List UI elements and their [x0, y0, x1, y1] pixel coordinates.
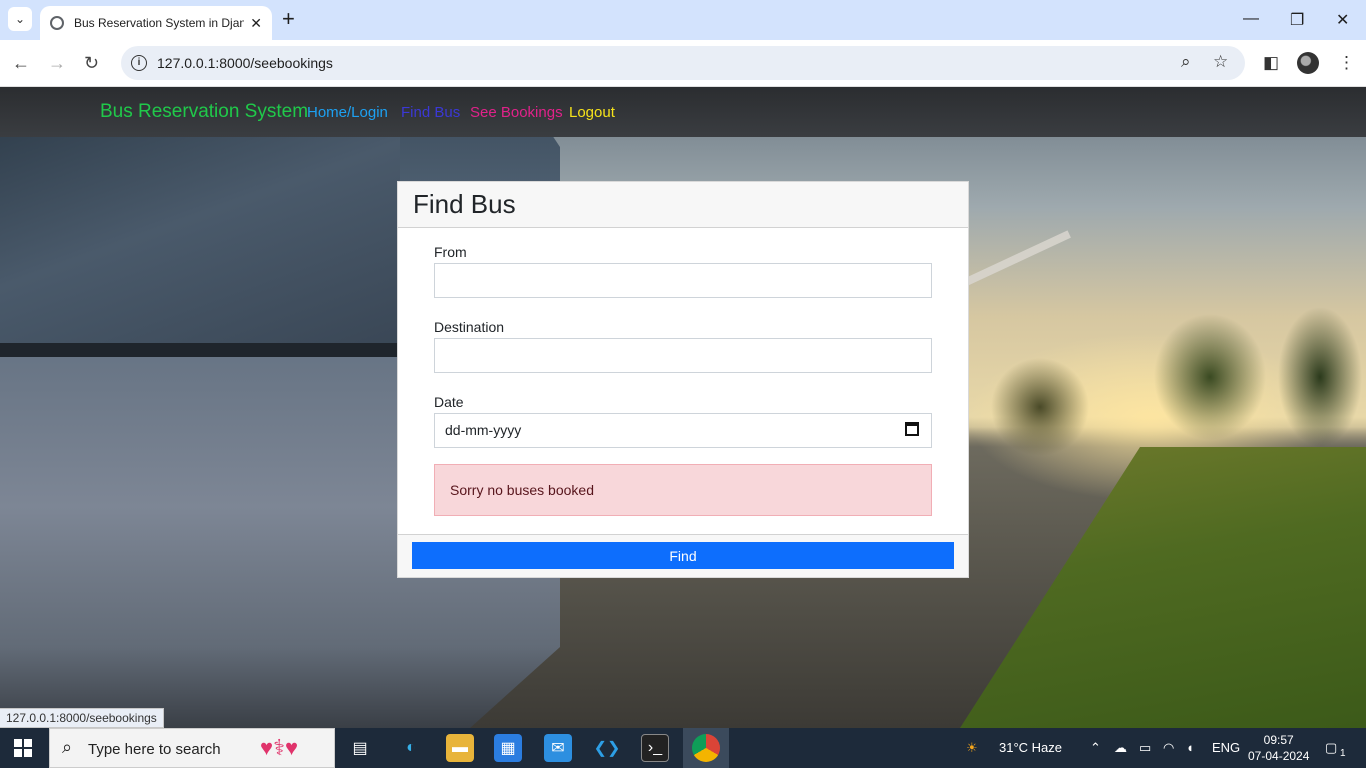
profile-avatar[interactable]	[1297, 52, 1319, 74]
site-navbar: Bus Reservation System Home/Login Find B…	[0, 87, 1366, 137]
zoom-icon[interactable]: ⌕	[1181, 52, 1191, 72]
date-label: Date	[434, 394, 464, 410]
language-indicator[interactable]: ENG	[1212, 740, 1240, 755]
restore-button[interactable]: ❐	[1290, 10, 1304, 30]
find-bus-form: From Destination Date dd-mm-yyyy Sorry n…	[434, 244, 932, 516]
url-text: 127.0.0.1:8000/seebookings	[157, 55, 333, 71]
windows-taskbar: ⌕ Type here to search ♥⚕♥ ▤ ◐ ▬ ▦ ✉ ❮❯ ›…	[0, 728, 1366, 768]
clock-time: 09:57	[1263, 733, 1294, 747]
forward-button[interactable]: →	[48, 52, 66, 74]
onedrive-icon[interactable]: ☁	[1114, 740, 1127, 756]
clock[interactable]: 09:57 07-04-2024	[1248, 732, 1309, 764]
browser-toolbar: ← → ↻ i 127.0.0.1:8000/seebookings ⌕ ☆ ◧…	[0, 40, 1366, 87]
date-input[interactable]: dd-mm-yyyy	[434, 413, 932, 448]
close-tab-icon[interactable]: ✕	[250, 15, 262, 32]
globe-icon	[50, 16, 64, 30]
browser-tabbar: ⌄ Bus Reservation System in Djan ✕ + — ❐…	[0, 0, 1366, 40]
new-tab-button[interactable]: +	[282, 8, 295, 30]
reload-button[interactable]: ↻	[84, 52, 99, 74]
nav-logout[interactable]: Logout	[569, 104, 615, 121]
browser-tab[interactable]: Bus Reservation System in Djan ✕	[40, 6, 272, 40]
from-label: From	[434, 244, 467, 260]
card-title: Find Bus	[413, 189, 516, 219]
destination-label: Destination	[434, 319, 505, 335]
chrome-icon[interactable]	[692, 734, 720, 762]
tab-search-button[interactable]: ⌄	[8, 7, 32, 31]
weather-icon[interactable]: ☀	[966, 740, 978, 756]
edge-icon[interactable]: ◐	[397, 734, 425, 762]
search-highlight-icon: ♥⚕♥	[260, 735, 299, 760]
volume-icon[interactable]: ◖	[1186, 740, 1194, 755]
vscode-icon[interactable]: ❮❯	[593, 734, 621, 762]
clock-date: 07-04-2024	[1248, 749, 1310, 763]
find-button[interactable]: Find	[412, 542, 954, 569]
notification-count: 1	[1340, 748, 1346, 759]
bookmark-star-icon[interactable]: ☆	[1213, 52, 1228, 72]
site-info-icon[interactable]: i	[131, 55, 147, 71]
notification-icon[interactable]: ▢	[1325, 740, 1337, 756]
destination-input[interactable]	[434, 338, 932, 373]
store-icon[interactable]: ▦	[494, 734, 522, 762]
terminal-icon[interactable]: ›_	[641, 734, 669, 762]
from-input[interactable]	[434, 263, 932, 298]
card-footer: Find	[398, 534, 968, 577]
windows-start-icon[interactable]	[14, 739, 32, 757]
status-url-bar: 127.0.0.1:8000/seebookings	[0, 708, 164, 728]
no-bookings-alert: Sorry no buses booked	[434, 464, 932, 516]
task-view-icon[interactable]: ▤	[346, 734, 374, 762]
page-content: Bus Reservation System Home/Login Find B…	[0, 87, 1366, 728]
find-bus-card: Find Bus From Destination Date dd-mm-yyy…	[397, 181, 969, 578]
card-header: Find Bus	[398, 182, 968, 228]
background-grass	[960, 447, 1366, 728]
file-explorer-icon[interactable]: ▬	[446, 734, 474, 762]
battery-icon[interactable]: ▭	[1139, 740, 1151, 756]
calendar-icon[interactable]	[905, 422, 919, 436]
address-bar[interactable]: i 127.0.0.1:8000/seebookings ⌕ ☆	[121, 46, 1245, 80]
search-placeholder: Type here to search	[88, 741, 221, 758]
nav-see-bookings[interactable]: See Bookings	[470, 104, 563, 121]
taskbar-search-box[interactable]: ⌕ Type here to search ♥⚕♥	[49, 728, 335, 768]
minimize-button[interactable]: —	[1243, 10, 1259, 28]
search-icon: ⌕	[62, 737, 73, 757]
side-panel-icon[interactable]: ◧	[1263, 53, 1279, 73]
back-button[interactable]: ←	[12, 52, 30, 74]
menu-kebab-icon[interactable]: ⋮	[1338, 53, 1355, 73]
nav-find-bus[interactable]: Find Bus	[401, 104, 460, 121]
date-placeholder: dd-mm-yyyy	[445, 422, 522, 438]
nav-home-login[interactable]: Home/Login	[307, 104, 388, 121]
tray-chevron-icon[interactable]: ⌃	[1090, 740, 1101, 756]
close-window-button[interactable]: ✕	[1336, 10, 1349, 30]
weather-text[interactable]: 31°C Haze	[999, 740, 1062, 755]
mail-icon[interactable]: ✉	[544, 734, 572, 762]
wifi-icon[interactable]: ◠	[1163, 740, 1174, 756]
tab-title: Bus Reservation System in Djan	[74, 16, 245, 30]
brand-link[interactable]: Bus Reservation System	[100, 101, 308, 123]
